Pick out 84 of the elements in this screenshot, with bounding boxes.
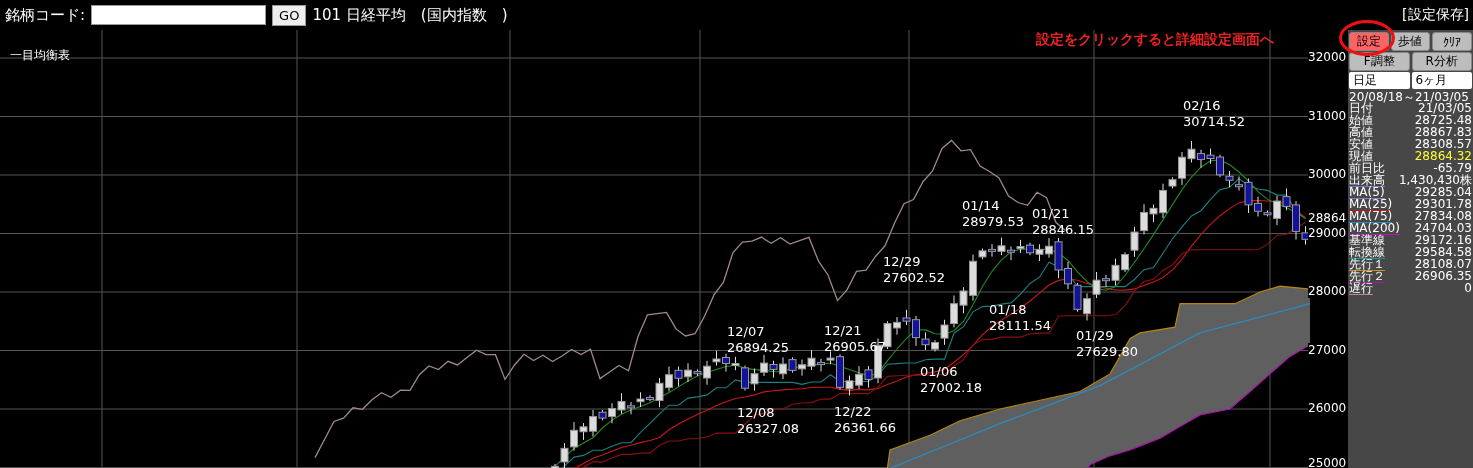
y-axis-label: 28000 (1308, 284, 1347, 298)
annotation-date: 12/08 (737, 405, 775, 421)
stat-value: 28864.32 (1414, 151, 1472, 163)
go-button[interactable]: GO (272, 4, 307, 26)
stat-value: 24704.03 (1414, 223, 1472, 235)
annotation-date: 01/06 (920, 364, 958, 380)
candlestick (1073, 282, 1082, 313)
stat-value: 28308.57 (1414, 139, 1472, 151)
stat-label: 先行１ (1349, 259, 1385, 271)
callout-text: 設定をクリックすると詳細設定画面へ (1036, 31, 1274, 49)
period-select[interactable]: 6ヶ月 (1411, 72, 1472, 89)
y-axis-label: 29000 (1308, 225, 1347, 240)
stat-label: 前日比 (1349, 163, 1385, 175)
stat-value: 26906.35 (1414, 271, 1472, 283)
annotation-price: 28979.53 (962, 214, 1025, 230)
candlestick (750, 367, 759, 392)
y-axis-label: 25000 (1308, 456, 1347, 468)
stat-value: 28108.07 (1414, 259, 1472, 271)
y-axis-label: 27000 (1308, 342, 1347, 357)
stat-value: 28867.83 (1414, 127, 1472, 139)
annotation-price: 30714.52 (1183, 114, 1246, 130)
stat-label: 始値 (1349, 115, 1373, 127)
annotation-price: 27002.18 (920, 380, 983, 396)
candlestick (997, 237, 1006, 256)
stat-value: 29584.58 (1414, 247, 1472, 259)
stat-label: 日付 (1349, 103, 1373, 115)
stat-value: -65.79 (1433, 163, 1472, 175)
indicator-legend: 一目均衡表 (10, 47, 70, 64)
annotation-date: 01/29 (1076, 328, 1114, 344)
stat-value: 29285.04 (1414, 187, 1472, 199)
stat-label: 安値 (1349, 139, 1373, 151)
annotation-date: 01/14 (962, 198, 1000, 214)
stat-value: 27834.08 (1414, 211, 1472, 223)
toolbar-button[interactable]: R分析 (1411, 52, 1472, 71)
y-axis-label: 26000 (1308, 401, 1347, 415)
annotation-date: 02/16 (1183, 98, 1221, 114)
stat-label: MA(5) (1349, 187, 1385, 199)
annotation-date: 12/07 (727, 324, 765, 340)
stat-value: 29172.16 (1414, 235, 1472, 247)
stat-label: 基準線 (1349, 235, 1385, 247)
stat-label: MA(75) (1349, 211, 1393, 223)
candlestick (769, 360, 778, 379)
y-axis-label: 30000 (1308, 167, 1347, 181)
stat-label: MA(200) (1349, 223, 1400, 235)
annotation-price: 28111.54 (989, 318, 1052, 334)
annotation-date: 01/21 (1032, 206, 1070, 222)
y-axis-label: 32000 (1308, 50, 1347, 64)
stat-value: 28725.48 (1414, 115, 1472, 127)
candlestick (788, 356, 797, 374)
stat-label: MA(25) (1349, 199, 1393, 211)
symbol-title: 101 日経平均 (国内指数 ) (312, 5, 508, 25)
annotation-date: 12/29 (883, 254, 921, 270)
period-select[interactable]: 日足 (1349, 72, 1410, 89)
save-settings-link[interactable]: [設定保存] (1402, 6, 1469, 24)
stat-label: 遅行 (1349, 283, 1373, 295)
candlestick (1225, 170, 1234, 188)
y-axis-label: 31000 (1308, 108, 1347, 123)
toolbar-button[interactable]: F調整 (1349, 52, 1410, 71)
annotation-price: 26327.08 (737, 421, 800, 437)
toolbar-button[interactable]: 設定 (1349, 32, 1389, 51)
candlestick (1016, 239, 1025, 254)
candlestick (674, 366, 683, 387)
candlestick (1206, 147, 1215, 165)
date-range: 20/08/18～21/03/05 (1349, 91, 1470, 103)
code-input-field[interactable] (91, 5, 267, 25)
annotation-price: 28846.15 (1032, 222, 1095, 238)
annotation-date: 12/22 (834, 404, 872, 420)
stat-value: 0 (1464, 283, 1472, 295)
stat-value: 1,430,430株 (1398, 175, 1472, 187)
stat-value: 21/03/05 (1418, 103, 1472, 115)
annotation-date: 12/21 (824, 323, 862, 339)
toolbar-button[interactable]: 歩値 (1390, 32, 1431, 51)
toolbar-button[interactable]: ｸﾘｱ (1432, 32, 1472, 51)
stat-value: 29301.78 (1414, 199, 1472, 211)
stat-label: 出来高 (1349, 175, 1385, 187)
stat-label: 高値 (1349, 127, 1373, 139)
candlestick (1035, 243, 1044, 262)
stat-label: 現値 (1349, 151, 1373, 163)
code-label: 銘柄コード: (5, 5, 86, 25)
annotation-price: 26361.66 (834, 420, 897, 436)
stat-label: 転換線 (1349, 247, 1385, 259)
annotation-price: 27602.52 (883, 270, 946, 286)
stat-label: 先行２ (1349, 271, 1385, 283)
annotation-price: 26894.25 (727, 340, 790, 356)
